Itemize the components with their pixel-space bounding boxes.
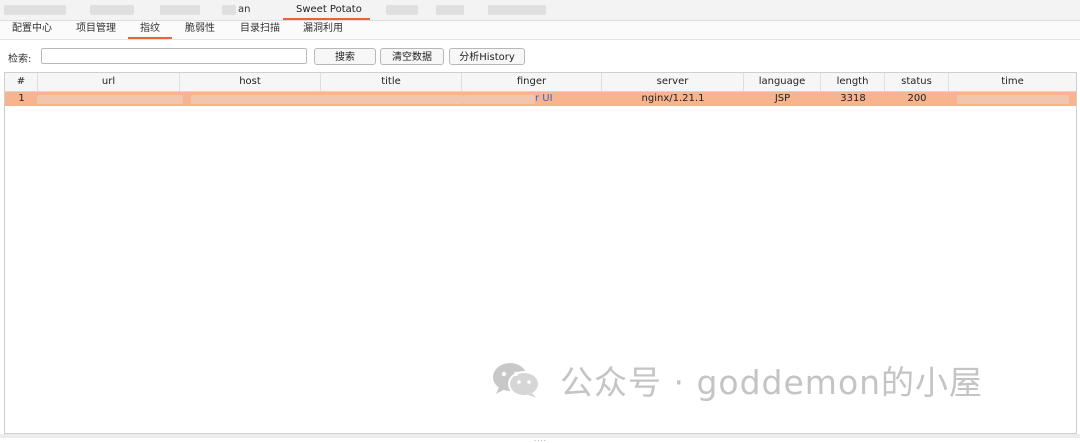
wechat-icon	[490, 360, 542, 400]
clear-data-button[interactable]: 清空数据	[380, 48, 444, 65]
resize-grip-icon[interactable]: ....	[534, 435, 547, 443]
cell-finger-redacted	[463, 95, 535, 104]
tab-project-management[interactable]: 项目管理	[76, 21, 116, 37]
analyze-history-button[interactable]: 分析History	[449, 48, 525, 65]
cell-title-redacted	[317, 95, 463, 104]
cell-host-redacted	[191, 95, 319, 104]
top-tab-redacted-1[interactable]	[4, 5, 66, 15]
tab-directory-scan[interactable]: 目录扫描	[240, 21, 280, 37]
column-header-title[interactable]: title	[321, 73, 462, 91]
cell-length: 3318	[840, 93, 866, 104]
cell-status: 200	[907, 93, 927, 104]
top-tab-sweet-potato[interactable]: Sweet Potato	[296, 0, 362, 19]
divider	[0, 39, 1080, 40]
watermark-text: 公众号 · goddemon的小屋	[560, 363, 984, 402]
tab-vulnerability[interactable]: 脆弱性	[185, 21, 215, 37]
search-button[interactable]: 搜索	[314, 48, 376, 65]
column-header-time[interactable]: time	[949, 73, 1076, 91]
top-tab-redacted-4	[222, 5, 236, 15]
column-header-host[interactable]: host	[180, 73, 321, 91]
cell-finger[interactable]: r UI	[535, 92, 565, 106]
column-header-length[interactable]: length	[821, 73, 885, 91]
cell-time-redacted	[957, 95, 1069, 104]
top-tab-redacted-7[interactable]	[488, 5, 546, 15]
column-header-status[interactable]: status	[885, 73, 949, 91]
top-tab-redacted-2[interactable]	[90, 5, 134, 15]
column-header-url[interactable]: url	[38, 73, 180, 91]
column-header-language[interactable]: language	[744, 73, 821, 91]
table-row[interactable]: 1 r UI nginx/1.21.1 JSP 3318 200	[5, 92, 1076, 106]
cell-url-redacted	[37, 95, 183, 104]
column-header-finger[interactable]: finger	[462, 73, 602, 91]
cell-server: nginx/1.21.1	[641, 93, 705, 104]
cell-language: JSP	[774, 93, 791, 104]
tab-config-center[interactable]: 配置中心	[12, 21, 52, 37]
search-label: 检索:	[8, 54, 32, 65]
top-tab-bar: an Sweet Potato	[0, 0, 1080, 20]
tab-exploit[interactable]: 漏洞利用	[303, 21, 343, 37]
search-input[interactable]	[41, 48, 307, 64]
top-tab-redacted-5[interactable]	[386, 5, 418, 15]
top-tab-redacted-6[interactable]	[436, 5, 464, 15]
table-header: # url host title finger server language …	[5, 73, 1076, 92]
column-header-server[interactable]: server	[602, 73, 744, 91]
tab-fingerprint[interactable]: 指纹	[140, 21, 160, 37]
column-header-index[interactable]: #	[5, 73, 38, 91]
top-tab-redacted-3[interactable]	[160, 5, 200, 15]
watermark: 公众号 · goddemon的小屋	[490, 358, 983, 402]
cell-index: 1	[18, 93, 25, 104]
top-tab-an[interactable]: an	[238, 0, 250, 19]
